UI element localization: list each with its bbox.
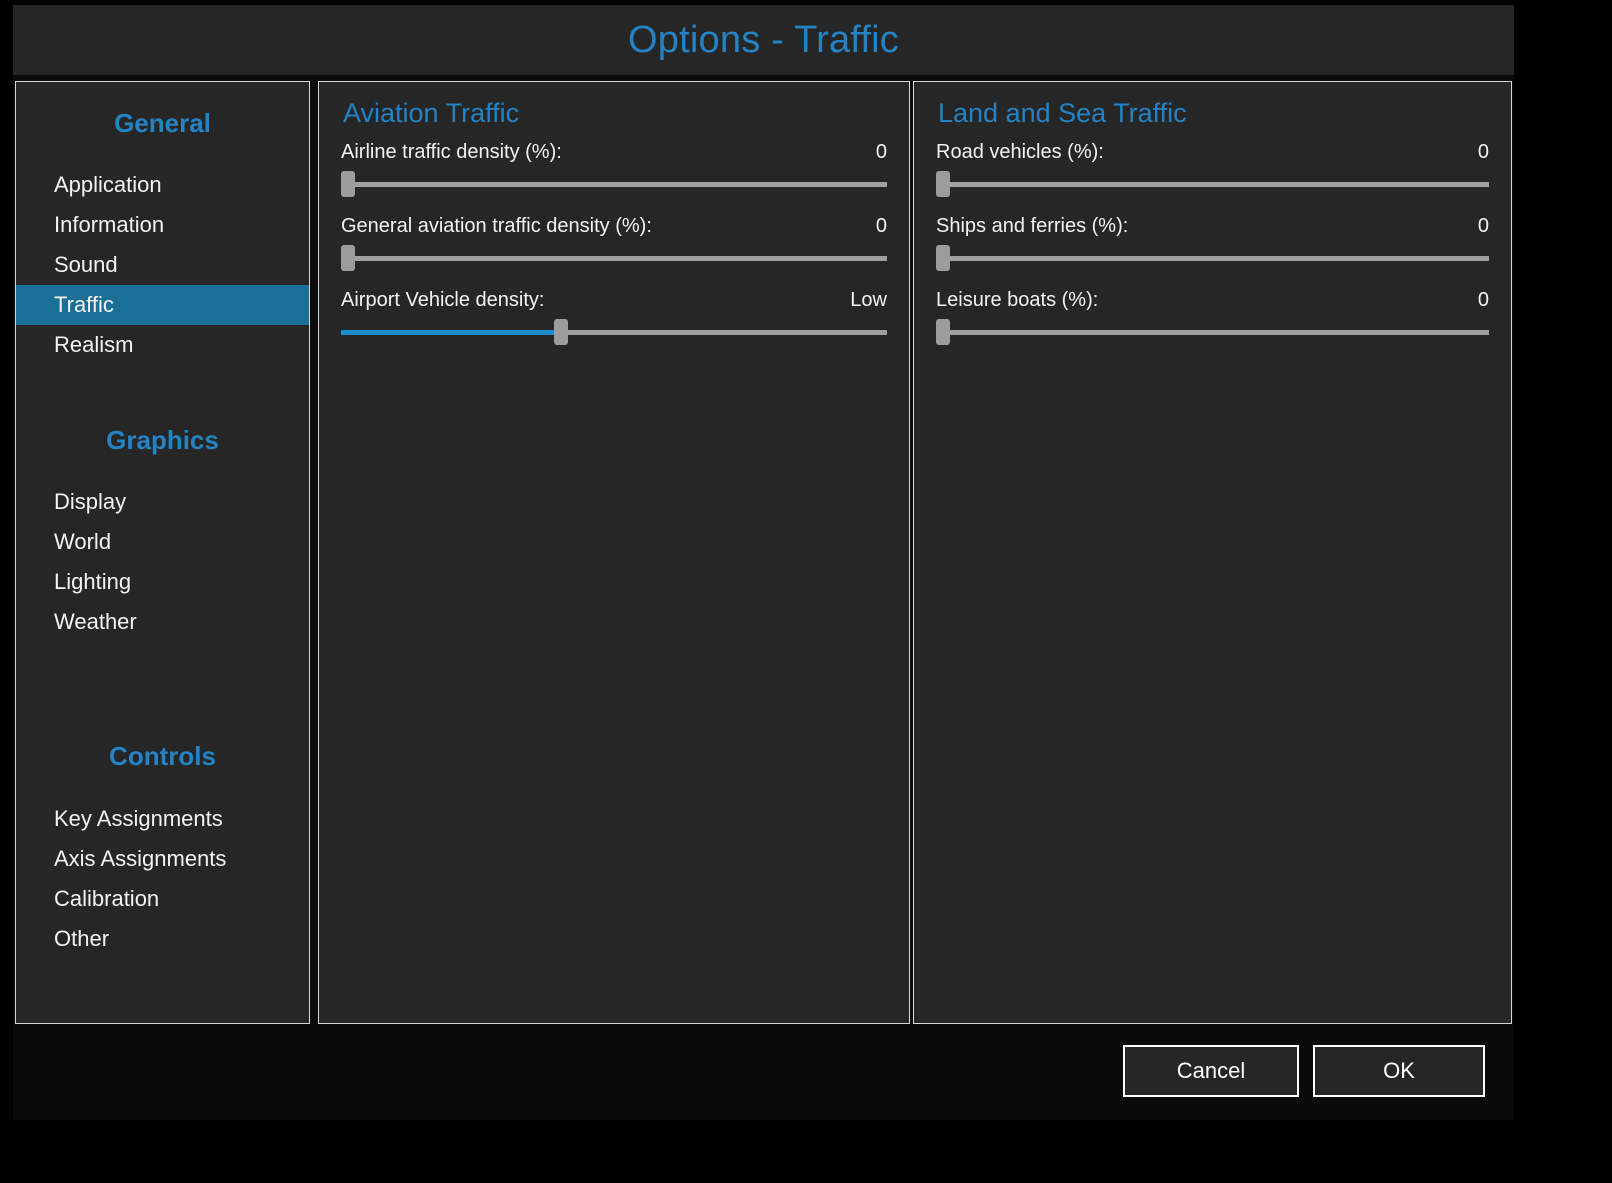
slider-track[interactable] bbox=[936, 182, 1489, 187]
airport-vehicle-density-block: Airport Vehicle density: Low bbox=[341, 290, 887, 345]
ships-and-ferries-row: Ships and ferries (%): 0 bbox=[936, 216, 1489, 236]
sidebar-item-label: Calibration bbox=[54, 886, 160, 911]
sidebar-item-label: Other bbox=[54, 926, 110, 951]
sidebar-item-label: Axis Assignments bbox=[54, 846, 227, 871]
sidebar-item-information[interactable]: Information bbox=[16, 205, 309, 245]
sidebar-item-display[interactable]: Display bbox=[16, 482, 309, 522]
leisure-boats-slider[interactable] bbox=[936, 319, 1489, 345]
land-and-sea-traffic-panel: Land and Sea Traffic Road vehicles (%): … bbox=[913, 81, 1512, 1024]
sidebar-item-axis-assignments[interactable]: Axis Assignments bbox=[16, 839, 309, 879]
leisure-boats-block: Leisure boats (%): 0 bbox=[936, 290, 1489, 345]
sidebar-group-heading-graphics: Graphics bbox=[106, 425, 219, 455]
settings-sidebar: General Application Information Sound Tr… bbox=[15, 81, 310, 1024]
airport-vehicle-density-label: Airport Vehicle density: bbox=[341, 289, 545, 311]
airline-traffic-density-row: Airline traffic density (%): 0 bbox=[341, 142, 887, 162]
aviation-traffic-heading: Aviation Traffic bbox=[343, 98, 520, 128]
dialog-footer: Cancel OK bbox=[13, 1024, 1514, 1120]
ships-and-ferries-label: Ships and ferries (%): bbox=[936, 215, 1129, 237]
sidebar-item-label: Sound bbox=[54, 252, 118, 277]
sidebar-item-lighting[interactable]: Lighting bbox=[16, 562, 309, 602]
dialog-body: General Application Information Sound Tr… bbox=[13, 81, 1514, 1024]
options-dialog: Options - Traffic General Application In… bbox=[13, 5, 1514, 1120]
road-vehicles-block: Road vehicles (%): 0 bbox=[936, 142, 1489, 197]
slider-thumb[interactable] bbox=[936, 319, 950, 345]
aviation-traffic-panel: Aviation Traffic Airline traffic density… bbox=[318, 81, 910, 1024]
airport-vehicle-density-slider[interactable] bbox=[341, 319, 887, 345]
airline-traffic-density-slider[interactable] bbox=[341, 171, 887, 197]
slider-track[interactable] bbox=[341, 182, 887, 187]
sidebar-item-key-assignments[interactable]: Key Assignments bbox=[16, 799, 309, 839]
airline-traffic-density-block: Airline traffic density (%): 0 bbox=[341, 142, 887, 197]
general-aviation-traffic-density-value: 0 bbox=[875, 215, 887, 237]
slider-thumb[interactable] bbox=[936, 171, 950, 197]
sidebar-item-traffic[interactable]: Traffic bbox=[16, 285, 309, 325]
airline-traffic-density-label: Airline traffic density (%): bbox=[341, 141, 562, 163]
aviation-traffic-controls: Airline traffic density (%): 0 General a… bbox=[341, 142, 887, 364]
page-title: Options - Traffic bbox=[628, 19, 899, 61]
slider-track[interactable] bbox=[936, 330, 1489, 335]
ships-and-ferries-slider[interactable] bbox=[936, 245, 1489, 271]
general-aviation-traffic-density-slider[interactable] bbox=[341, 245, 887, 271]
sidebar-group-heading-general: General bbox=[114, 108, 211, 138]
slider-track[interactable] bbox=[936, 256, 1489, 261]
ships-and-ferries-block: Ships and ferries (%): 0 bbox=[936, 216, 1489, 271]
leisure-boats-row: Leisure boats (%): 0 bbox=[936, 290, 1489, 310]
slider-thumb[interactable] bbox=[936, 245, 950, 271]
general-aviation-traffic-density-block: General aviation traffic density (%): 0 bbox=[341, 216, 887, 271]
slider-fill bbox=[341, 330, 560, 335]
dialog-titlebar: Options - Traffic bbox=[13, 5, 1514, 75]
general-aviation-traffic-density-label: General aviation traffic density (%): bbox=[341, 215, 652, 237]
airport-vehicle-density-value: Low bbox=[850, 289, 887, 311]
airline-traffic-density-value: 0 bbox=[875, 141, 887, 163]
slider-thumb[interactable] bbox=[341, 245, 355, 271]
sidebar-item-other[interactable]: Other bbox=[16, 919, 309, 959]
sidebar-item-label: Lighting bbox=[54, 569, 132, 594]
road-vehicles-value: 0 bbox=[1477, 141, 1489, 163]
slider-thumb[interactable] bbox=[553, 319, 568, 345]
sidebar-list-general: Application Information Sound Traffic Re… bbox=[16, 165, 309, 365]
leisure-boats-value: 0 bbox=[1477, 289, 1489, 311]
cancel-button[interactable]: Cancel bbox=[1123, 1045, 1299, 1097]
land-and-sea-traffic-controls: Road vehicles (%): 0 Ships and ferries (… bbox=[936, 142, 1489, 364]
general-aviation-traffic-density-row: General aviation traffic density (%): 0 bbox=[341, 216, 887, 236]
sidebar-item-sound[interactable]: Sound bbox=[16, 245, 309, 285]
slider-track[interactable] bbox=[341, 256, 887, 261]
ships-and-ferries-value: 0 bbox=[1477, 215, 1489, 237]
sidebar-item-label: Weather bbox=[54, 609, 137, 634]
sidebar-item-label: Information bbox=[54, 212, 165, 237]
road-vehicles-label: Road vehicles (%): bbox=[936, 141, 1104, 163]
slider-thumb[interactable] bbox=[341, 171, 355, 197]
ok-button[interactable]: OK bbox=[1313, 1045, 1485, 1097]
sidebar-list-graphics: Display World Lighting Weather bbox=[16, 482, 309, 642]
sidebar-list-controls: Key Assignments Axis Assignments Calibra… bbox=[16, 799, 309, 959]
sidebar-item-label: Key Assignments bbox=[54, 806, 223, 831]
airport-vehicle-density-row: Airport Vehicle density: Low bbox=[341, 290, 887, 310]
sidebar-item-weather[interactable]: Weather bbox=[16, 602, 309, 642]
sidebar-item-world[interactable]: World bbox=[16, 522, 309, 562]
sidebar-item-label: Application bbox=[54, 172, 162, 197]
sidebar-item-realism[interactable]: Realism bbox=[16, 325, 309, 365]
sidebar-item-calibration[interactable]: Calibration bbox=[16, 879, 309, 919]
land-and-sea-traffic-heading: Land and Sea Traffic bbox=[938, 98, 1187, 128]
sidebar-item-label: World bbox=[54, 529, 112, 554]
road-vehicles-slider[interactable] bbox=[936, 171, 1489, 197]
sidebar-item-label: Realism bbox=[54, 332, 134, 357]
road-vehicles-row: Road vehicles (%): 0 bbox=[936, 142, 1489, 162]
leisure-boats-label: Leisure boats (%): bbox=[936, 289, 1099, 311]
sidebar-group-heading-controls: Controls bbox=[109, 741, 216, 771]
ok-button-label: OK bbox=[1383, 1058, 1415, 1083]
sidebar-item-label: Display bbox=[54, 489, 127, 514]
sidebar-item-label: Traffic bbox=[54, 292, 114, 317]
cancel-button-label: Cancel bbox=[1176, 1058, 1246, 1083]
sidebar-item-application[interactable]: Application bbox=[16, 165, 309, 205]
